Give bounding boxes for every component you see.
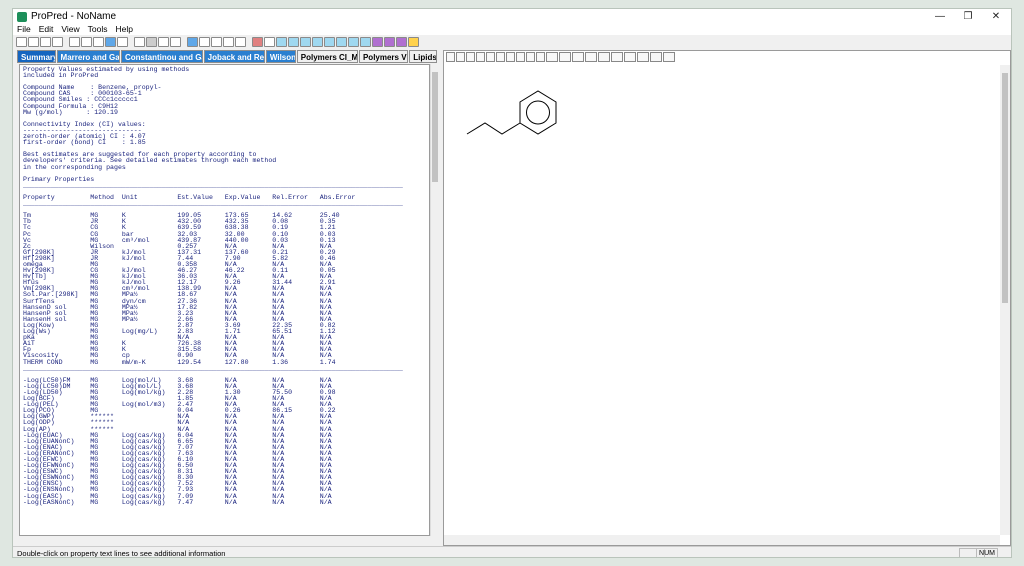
toolbar-button-icon[interactable] (252, 36, 263, 47)
toolbar-button-icon[interactable] (384, 36, 395, 47)
close-button[interactable]: ✕ (985, 9, 1007, 24)
app-icon (17, 11, 27, 22)
tab-marrero-and-gani[interactable]: Marrero and Gani (56, 50, 120, 63)
toolbar-button-icon[interactable] (117, 36, 128, 47)
drawing-tool-icon[interactable] (598, 52, 610, 62)
drawing-toolbar (446, 52, 675, 64)
drawing-tool-icon[interactable] (585, 52, 597, 62)
drawing-tool-icon[interactable] (637, 52, 649, 62)
toolbar-button-icon[interactable] (81, 36, 92, 47)
menu-file[interactable]: File (13, 24, 35, 35)
toolbar-button-icon[interactable] (223, 36, 234, 47)
drawing-tool-icon[interactable] (663, 52, 675, 62)
toolbar-button-icon[interactable] (264, 36, 275, 47)
tab-joback-and-reid[interactable]: Joback and Reid (203, 50, 265, 63)
menu-help[interactable]: Help (111, 24, 136, 35)
drawing-tool-icon[interactable] (456, 52, 465, 62)
tab-lipids[interactable]: Lipids (409, 50, 437, 63)
tab-summary[interactable]: Summary (17, 50, 56, 63)
drawing-tool-icon[interactable] (611, 52, 623, 62)
toolbar-button-icon[interactable] (52, 36, 63, 47)
drawing-tool-icon[interactable] (466, 52, 475, 62)
toolbar-button-icon[interactable] (312, 36, 323, 47)
drawing-tool-icon[interactable] (546, 52, 558, 62)
toolbar-button-icon[interactable] (348, 36, 359, 47)
report-line[interactable]: ________________________________________… (23, 365, 429, 372)
report-horizontal-scrollbar[interactable] (19, 536, 430, 544)
canvas-vertical-scrollbar[interactable] (1000, 65, 1010, 535)
tab-polymers-vk[interactable]: Polymers VK (358, 50, 409, 63)
status-bar: Double-click on property text lines to s… (13, 546, 1011, 558)
toolbar-button-icon[interactable] (372, 36, 383, 47)
toolbar-button-icon[interactable] (336, 36, 347, 47)
canvas-horizontal-scrollbar[interactable] (444, 535, 1000, 545)
toolbar-button-icon[interactable] (158, 36, 169, 47)
structure-editor (443, 50, 1011, 546)
drawing-tool-icon[interactable] (650, 52, 662, 62)
drawing-tool-icon[interactable] (516, 52, 525, 62)
toolbar-button-icon[interactable] (69, 36, 80, 47)
scroll-thumb[interactable] (432, 72, 438, 182)
tab-constantinou-and-gani[interactable]: Constantinou and Gani (120, 50, 203, 63)
toolbar-button-icon[interactable] (187, 36, 198, 47)
toolbar-button-icon[interactable] (211, 36, 222, 47)
drawing-tool-icon[interactable] (496, 52, 505, 62)
minimize-button[interactable]: — (929, 9, 951, 24)
molecule-canvas[interactable] (444, 65, 1000, 535)
tab-wilson[interactable]: Wilson (265, 50, 296, 63)
toolbar-button-icon[interactable] (105, 36, 116, 47)
propyl-chain (466, 122, 521, 135)
title-bar: ProPred - NoName — ❐ ✕ (13, 9, 1011, 24)
window-title: ProPred - NoName (31, 11, 117, 22)
toolbar-button-icon[interactable] (396, 36, 407, 47)
toolbar-button-icon[interactable] (93, 36, 104, 47)
toolbar-button-icon[interactable] (170, 36, 181, 47)
maximize-button[interactable]: ❐ (957, 9, 979, 24)
toolbar-button-icon[interactable] (288, 36, 299, 47)
drawing-tool-icon[interactable] (526, 52, 535, 62)
menu-view[interactable]: View (57, 24, 83, 35)
scroll-thumb[interactable] (1002, 73, 1008, 303)
benzene-ring (519, 90, 557, 135)
drawing-tool-icon[interactable] (506, 52, 515, 62)
toolbar-button-icon[interactable] (40, 36, 51, 47)
toolbar-button-icon[interactable] (324, 36, 335, 47)
toolbar-button-icon[interactable] (408, 36, 419, 47)
method-tabs: SummaryMarrero and GaniConstantinou and … (17, 50, 438, 64)
toolbar-button-icon[interactable] (235, 36, 246, 47)
drawing-tool-icon[interactable] (559, 52, 571, 62)
menu-bar: File Edit View Tools Help (13, 24, 1011, 35)
toolbar-button-icon[interactable] (134, 36, 145, 47)
property-report[interactable]: Property Values estimated by using metho… (19, 64, 430, 536)
app-window: ProPred - NoName — ❐ ✕ File Edit View To… (12, 8, 1012, 558)
report-line[interactable]: ________________________________________… (23, 182, 429, 189)
num-lock-indicator: NUM (976, 548, 998, 557)
toolbar-button-icon[interactable] (300, 36, 311, 47)
propylbenzene-structure (466, 90, 557, 135)
toolbar-button-icon[interactable] (16, 36, 27, 47)
toolbar-button-icon[interactable] (28, 36, 39, 47)
aromatic-circle (526, 100, 550, 125)
drawing-tool-icon[interactable] (476, 52, 485, 62)
main-toolbar (13, 35, 1011, 48)
drawing-tool-icon[interactable] (572, 52, 584, 62)
drawing-tool-icon[interactable] (624, 52, 636, 62)
report-line[interactable]: -Log(EASNonC) MG Log(cas/kg) 7.47 N/A N/… (23, 499, 429, 506)
report-pane: SummaryMarrero and GaniConstantinou and … (17, 50, 438, 546)
toolbar-button-icon[interactable] (360, 36, 371, 47)
tab-polymers-ci-mg[interactable]: Polymers CI_MG (296, 50, 358, 63)
report-line[interactable]: ________________________________________… (23, 200, 429, 207)
drawing-tool-icon[interactable] (536, 52, 545, 62)
drawing-tool-icon[interactable] (446, 52, 455, 62)
status-hint: Double-click on property text lines to s… (17, 549, 226, 558)
report-vertical-scrollbar[interactable] (430, 64, 438, 536)
toolbar-button-icon[interactable] (199, 36, 210, 47)
toolbar-button-icon[interactable] (146, 36, 157, 47)
toolbar-button-icon[interactable] (276, 36, 287, 47)
menu-tools[interactable]: Tools (84, 24, 112, 35)
drawing-tool-icon[interactable] (486, 52, 495, 62)
menu-edit[interactable]: Edit (35, 24, 58, 35)
